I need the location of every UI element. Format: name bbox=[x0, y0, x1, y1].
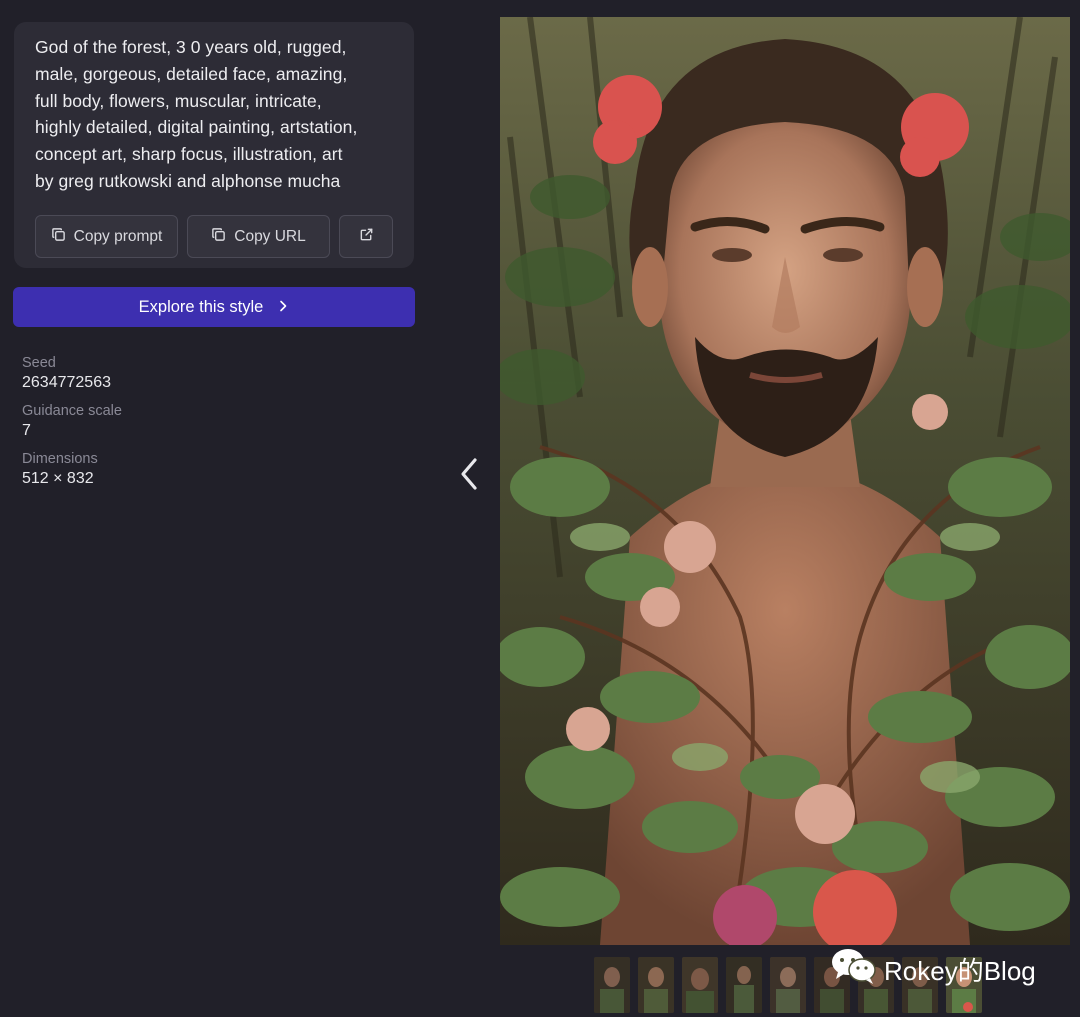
guidance-scale-field: Guidance scale 7 bbox=[22, 402, 122, 441]
copy-url-label: Copy URL bbox=[234, 227, 306, 245]
prompt-line: by greg rutkowski and alphonse mucha bbox=[35, 170, 341, 191]
thumbnail[interactable] bbox=[638, 957, 674, 1013]
seed-label: Seed bbox=[22, 355, 56, 371]
thumbnail[interactable] bbox=[682, 957, 718, 1013]
chevron-right-icon bbox=[277, 298, 289, 317]
copy-prompt-button[interactable]: Copy prompt bbox=[35, 215, 178, 258]
watermark-text: Rokey的Blog bbox=[884, 956, 1036, 986]
seed-field: Seed 2634772563 bbox=[22, 354, 122, 393]
copy-url-button[interactable]: Copy URL bbox=[187, 215, 330, 258]
generated-image[interactable] bbox=[500, 17, 1070, 945]
copy-prompt-label: Copy prompt bbox=[73, 227, 163, 245]
explore-style-button[interactable]: Explore this style bbox=[13, 287, 415, 327]
prompt-line: male, gorgeous, detailed face, amazing, bbox=[35, 63, 348, 84]
open-external-button[interactable] bbox=[339, 215, 393, 258]
explore-style-label: Explore this style bbox=[138, 297, 264, 316]
external-link-icon bbox=[359, 227, 374, 247]
thumbnail[interactable] bbox=[594, 957, 630, 1013]
portrait-painting bbox=[500, 17, 1070, 945]
thumbnail[interactable] bbox=[770, 957, 806, 1013]
prompt-text: God of the forest, 3 0 years old, rugged… bbox=[35, 34, 394, 195]
prompt-card: God of the forest, 3 0 years old, rugged… bbox=[14, 22, 414, 268]
prompt-line: concept art, sharp focus, illustration, … bbox=[35, 144, 343, 165]
prompt-line: highly detailed, digital painting, artst… bbox=[35, 117, 358, 138]
guidance-scale-value: 7 bbox=[22, 422, 31, 439]
previous-image-button[interactable] bbox=[455, 456, 483, 496]
prompt-line: God of the forest, 3 0 years old, rugged… bbox=[35, 37, 347, 57]
prompt-actions: Copy prompt Copy URL bbox=[35, 215, 393, 258]
seed-value: 2634772563 bbox=[22, 374, 111, 391]
copy-icon bbox=[51, 227, 66, 247]
app-root: God of the forest, 3 0 years old, rugged… bbox=[0, 0, 1080, 1017]
dimensions-field: Dimensions 512 × 832 bbox=[22, 450, 122, 489]
chevron-left-icon bbox=[458, 456, 480, 497]
guidance-scale-label: Guidance scale bbox=[22, 403, 122, 419]
prompt-line: full body, flowers, muscular, intricate, bbox=[35, 90, 322, 111]
image-metadata: Seed 2634772563 Guidance scale 7 Dimensi… bbox=[22, 354, 122, 498]
dimensions-value: 512 × 832 bbox=[22, 470, 94, 487]
thumbnail[interactable] bbox=[726, 957, 762, 1013]
dimensions-label: Dimensions bbox=[22, 451, 98, 467]
watermark: Rokey的Blog bbox=[830, 946, 1036, 993]
copy-icon bbox=[211, 227, 226, 247]
wechat-icon bbox=[830, 946, 878, 993]
